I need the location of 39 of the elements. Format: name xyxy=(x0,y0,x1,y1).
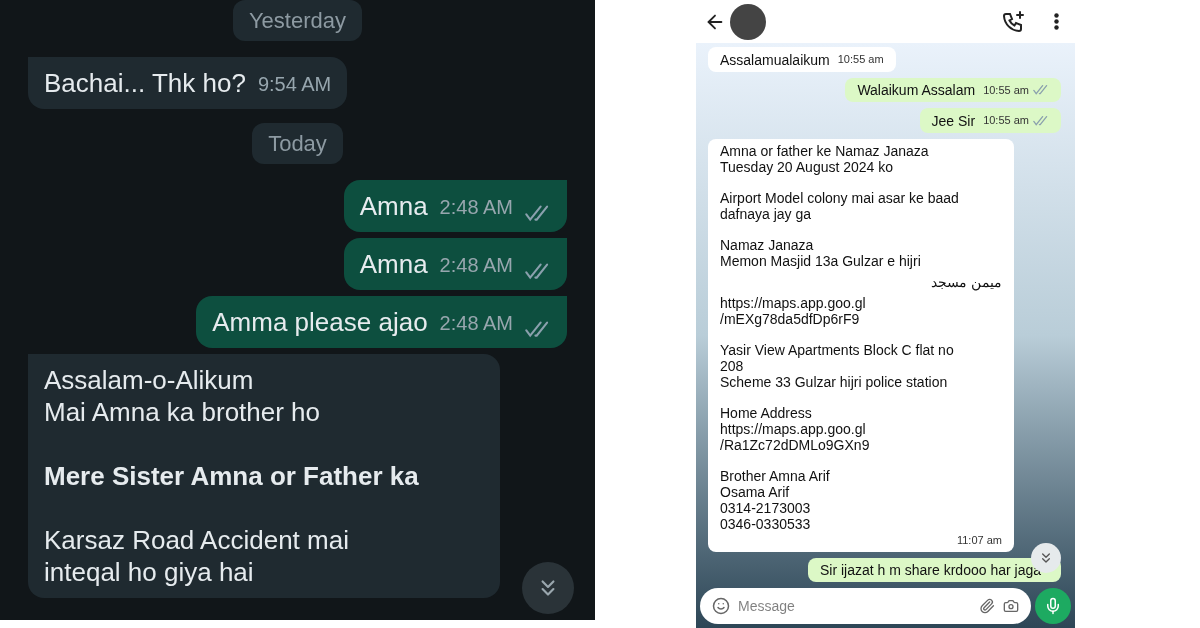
message-time: 10:55 am xyxy=(983,113,1029,128)
add-call-button[interactable] xyxy=(1002,9,1026,34)
message-time: 11:07 am xyxy=(956,532,1002,548)
message-time: 10:55 am xyxy=(983,82,1029,98)
message-text: Amna xyxy=(359,190,428,222)
message-text: Assalamualaikum xyxy=(720,51,830,68)
message-text: Bachai... Thk ho? xyxy=(44,67,246,99)
emoji-icon xyxy=(712,597,730,615)
phone-plus-icon xyxy=(1002,9,1026,34)
message-text: Home Address https://maps.app.goo.gl /Ra1Zc72dDMLo9GXn9 xyxy=(720,404,871,453)
message-text: Airport Model colony mai asar ke baad dafnaya jay ga xyxy=(720,189,960,222)
message-time: 10:55 am xyxy=(837,52,884,67)
message-input[interactable]: Message xyxy=(700,588,1031,624)
avatar-placeholder[interactable] xyxy=(730,3,766,40)
message-text: Amma please ajao xyxy=(212,306,428,338)
message-text: Brother Amna Arif Osama Arif 0314-2173003 0346-0330533 xyxy=(720,467,831,532)
urdu-text: میمن مسجد xyxy=(930,273,1002,290)
mic-icon xyxy=(1044,597,1062,615)
message-text: Yasir View Apartments Block C flat no 208 Scheme 33 Gulzar hijri police station xyxy=(720,341,955,390)
message-text: Namaz Janaza Memon Masjid 13a Gulzar e hijri xyxy=(720,236,922,269)
mic-button[interactable] xyxy=(1035,588,1071,624)
message-field[interactable]: Message xyxy=(738,595,971,617)
message-time: 9:54 AM xyxy=(257,72,332,97)
paperclip-icon xyxy=(979,598,995,614)
scroll-down-button[interactable] xyxy=(522,562,574,614)
camera-icon xyxy=(1003,598,1019,614)
message-time: 2:48 AM xyxy=(439,195,513,220)
date-chip: Today xyxy=(252,123,343,164)
menu-icon xyxy=(1054,13,1059,30)
message-text: Amna or father ke Namaz Janaza Tuesday 20 August 2024 ko xyxy=(720,142,930,175)
message-text: Jee Sir xyxy=(931,112,976,129)
menu-button[interactable] xyxy=(1054,13,1059,30)
message-text: Assalam-o-Alikum Mai Amna ka brother ho Mere Sister Amna or Father ka Karsaz Road Accident mai inteqal ho giya hai xyxy=(44,364,419,588)
message-text: Amna xyxy=(359,248,428,280)
date-chip: Yesterday xyxy=(232,0,362,41)
message-text: Walaikum Assalam xyxy=(857,82,976,98)
message-text: https://maps.app.goo.gl /mEXg78da5dfDp6rF9 xyxy=(720,294,867,327)
message-time: 2:48 AM xyxy=(439,311,513,336)
message-time: 2:48 AM xyxy=(439,253,513,278)
